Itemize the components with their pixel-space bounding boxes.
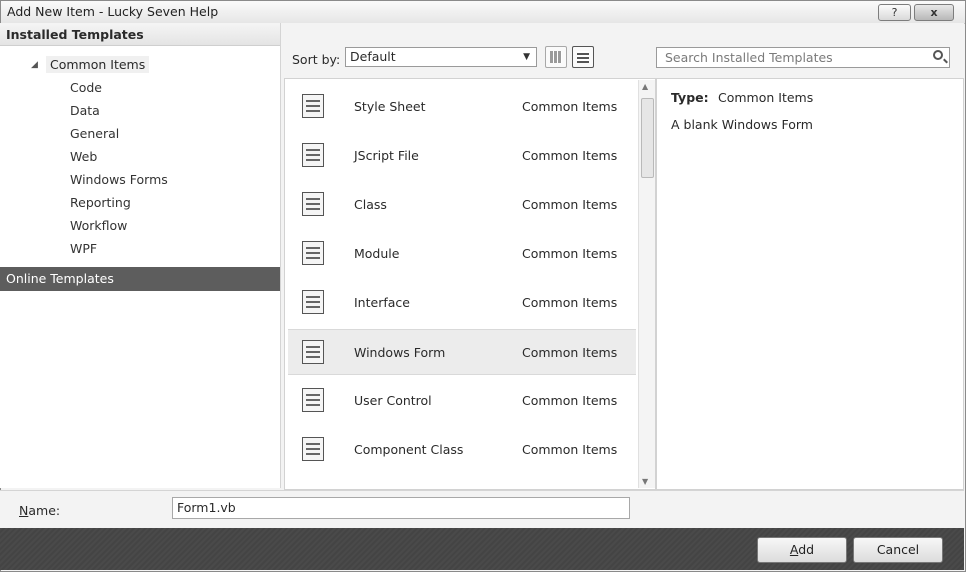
- template-category: Common Items: [522, 442, 618, 457]
- template-name: Style Sheet: [354, 99, 426, 114]
- template-category: Common Items: [522, 148, 618, 163]
- add-access-key: A: [789, 542, 799, 557]
- template-row[interactable]: Style Sheet Common Items: [288, 84, 636, 130]
- close-button[interactable]: x: [914, 4, 954, 21]
- tree-item-general[interactable]: General: [70, 126, 119, 141]
- sort-by-select[interactable]: Default ▼: [345, 47, 537, 67]
- template-row[interactable]: Interface Common Items: [288, 280, 636, 326]
- template-info-panel: [656, 78, 964, 490]
- template-name: Windows Form: [354, 345, 446, 360]
- search-icon[interactable]: [933, 50, 943, 60]
- search-placeholder: Search Installed Templates: [665, 50, 833, 65]
- template-category-panel: Installed Templates: [0, 23, 281, 488]
- template-description: A blank Windows Form: [671, 117, 813, 132]
- template-name: Component Class: [354, 442, 464, 457]
- medium-icons-view-button[interactable]: [545, 46, 567, 68]
- tree-item-workflow[interactable]: Workflow: [70, 218, 127, 233]
- tree-item-windows-forms[interactable]: Windows Forms: [70, 172, 168, 187]
- window-title: Add New Item - Lucky Seven Help: [7, 4, 219, 19]
- name-input[interactable]: Form1.vb: [172, 497, 630, 519]
- jscript-file-icon: [302, 143, 324, 167]
- windows-form-icon: [302, 340, 324, 364]
- template-row[interactable]: Component Class Common Items: [288, 427, 636, 473]
- sort-value: Default: [350, 49, 396, 64]
- title-bar: Add New Item - Lucky Seven Help ? x: [1, 1, 965, 24]
- name-access-key: N: [19, 503, 29, 518]
- dropdown-arrow-icon: ▼: [523, 52, 530, 62]
- module-icon: [302, 241, 324, 265]
- component-class-icon: [302, 437, 324, 461]
- sort-by-label: Sort by:: [292, 52, 341, 67]
- installed-templates-header: Installed Templates: [0, 23, 280, 46]
- template-name: JScript File: [354, 148, 419, 163]
- template-category: Common Items: [522, 345, 618, 360]
- type-label: Type:: [671, 90, 709, 105]
- template-row[interactable]: Class Common Items: [288, 182, 636, 228]
- interface-icon: [302, 290, 324, 314]
- name-label: Name:: [19, 503, 60, 518]
- template-category: Common Items: [522, 295, 618, 310]
- template-category: Common Items: [522, 393, 618, 408]
- template-row[interactable]: Module Common Items: [288, 231, 636, 277]
- template-row[interactable]: User Control Common Items: [288, 378, 636, 424]
- online-templates-item[interactable]: Online Templates: [0, 267, 280, 291]
- expand-arrow-icon[interactable]: ◢: [31, 60, 38, 70]
- template-name: Interface: [354, 295, 410, 310]
- template-row[interactable]: Windows Form Common Items: [288, 329, 636, 375]
- template-name: Module: [354, 246, 400, 261]
- style-sheet-icon: [302, 94, 324, 118]
- template-name: Class: [354, 197, 387, 212]
- name-label-rest: ame:: [28, 503, 61, 518]
- tree-item-code[interactable]: Code: [70, 80, 102, 95]
- scroll-down-icon[interactable]: ▼: [642, 477, 648, 486]
- grid-view-icon: [550, 51, 562, 63]
- class-icon: [302, 192, 324, 216]
- add-button[interactable]: Add: [757, 537, 847, 563]
- type-value: Common Items: [718, 90, 814, 105]
- template-list-scrollbar[interactable]: ▲ ▼: [638, 80, 655, 488]
- tree-item-web[interactable]: Web: [70, 149, 97, 164]
- tree-item-common-items[interactable]: Common Items: [46, 56, 150, 73]
- add-label-rest: dd: [798, 542, 815, 557]
- scroll-up-icon[interactable]: ▲: [642, 82, 648, 91]
- help-button[interactable]: ?: [878, 4, 911, 21]
- user-control-icon: [302, 388, 324, 412]
- scroll-thumb[interactable]: [641, 98, 654, 178]
- list-view-button[interactable]: [572, 46, 594, 68]
- template-category: Common Items: [522, 246, 618, 261]
- template-row[interactable]: JScript File Common Items: [288, 133, 636, 179]
- list-view-icon: [577, 51, 589, 63]
- template-category: Common Items: [522, 197, 618, 212]
- tree-item-reporting[interactable]: Reporting: [70, 195, 131, 210]
- cancel-button[interactable]: Cancel: [853, 537, 943, 563]
- search-installed-templates-input[interactable]: Search Installed Templates: [656, 47, 950, 68]
- tree-item-wpf[interactable]: WPF: [70, 241, 97, 256]
- template-name: User Control: [354, 393, 432, 408]
- tree-item-data[interactable]: Data: [70, 103, 100, 118]
- template-category: Common Items: [522, 99, 618, 114]
